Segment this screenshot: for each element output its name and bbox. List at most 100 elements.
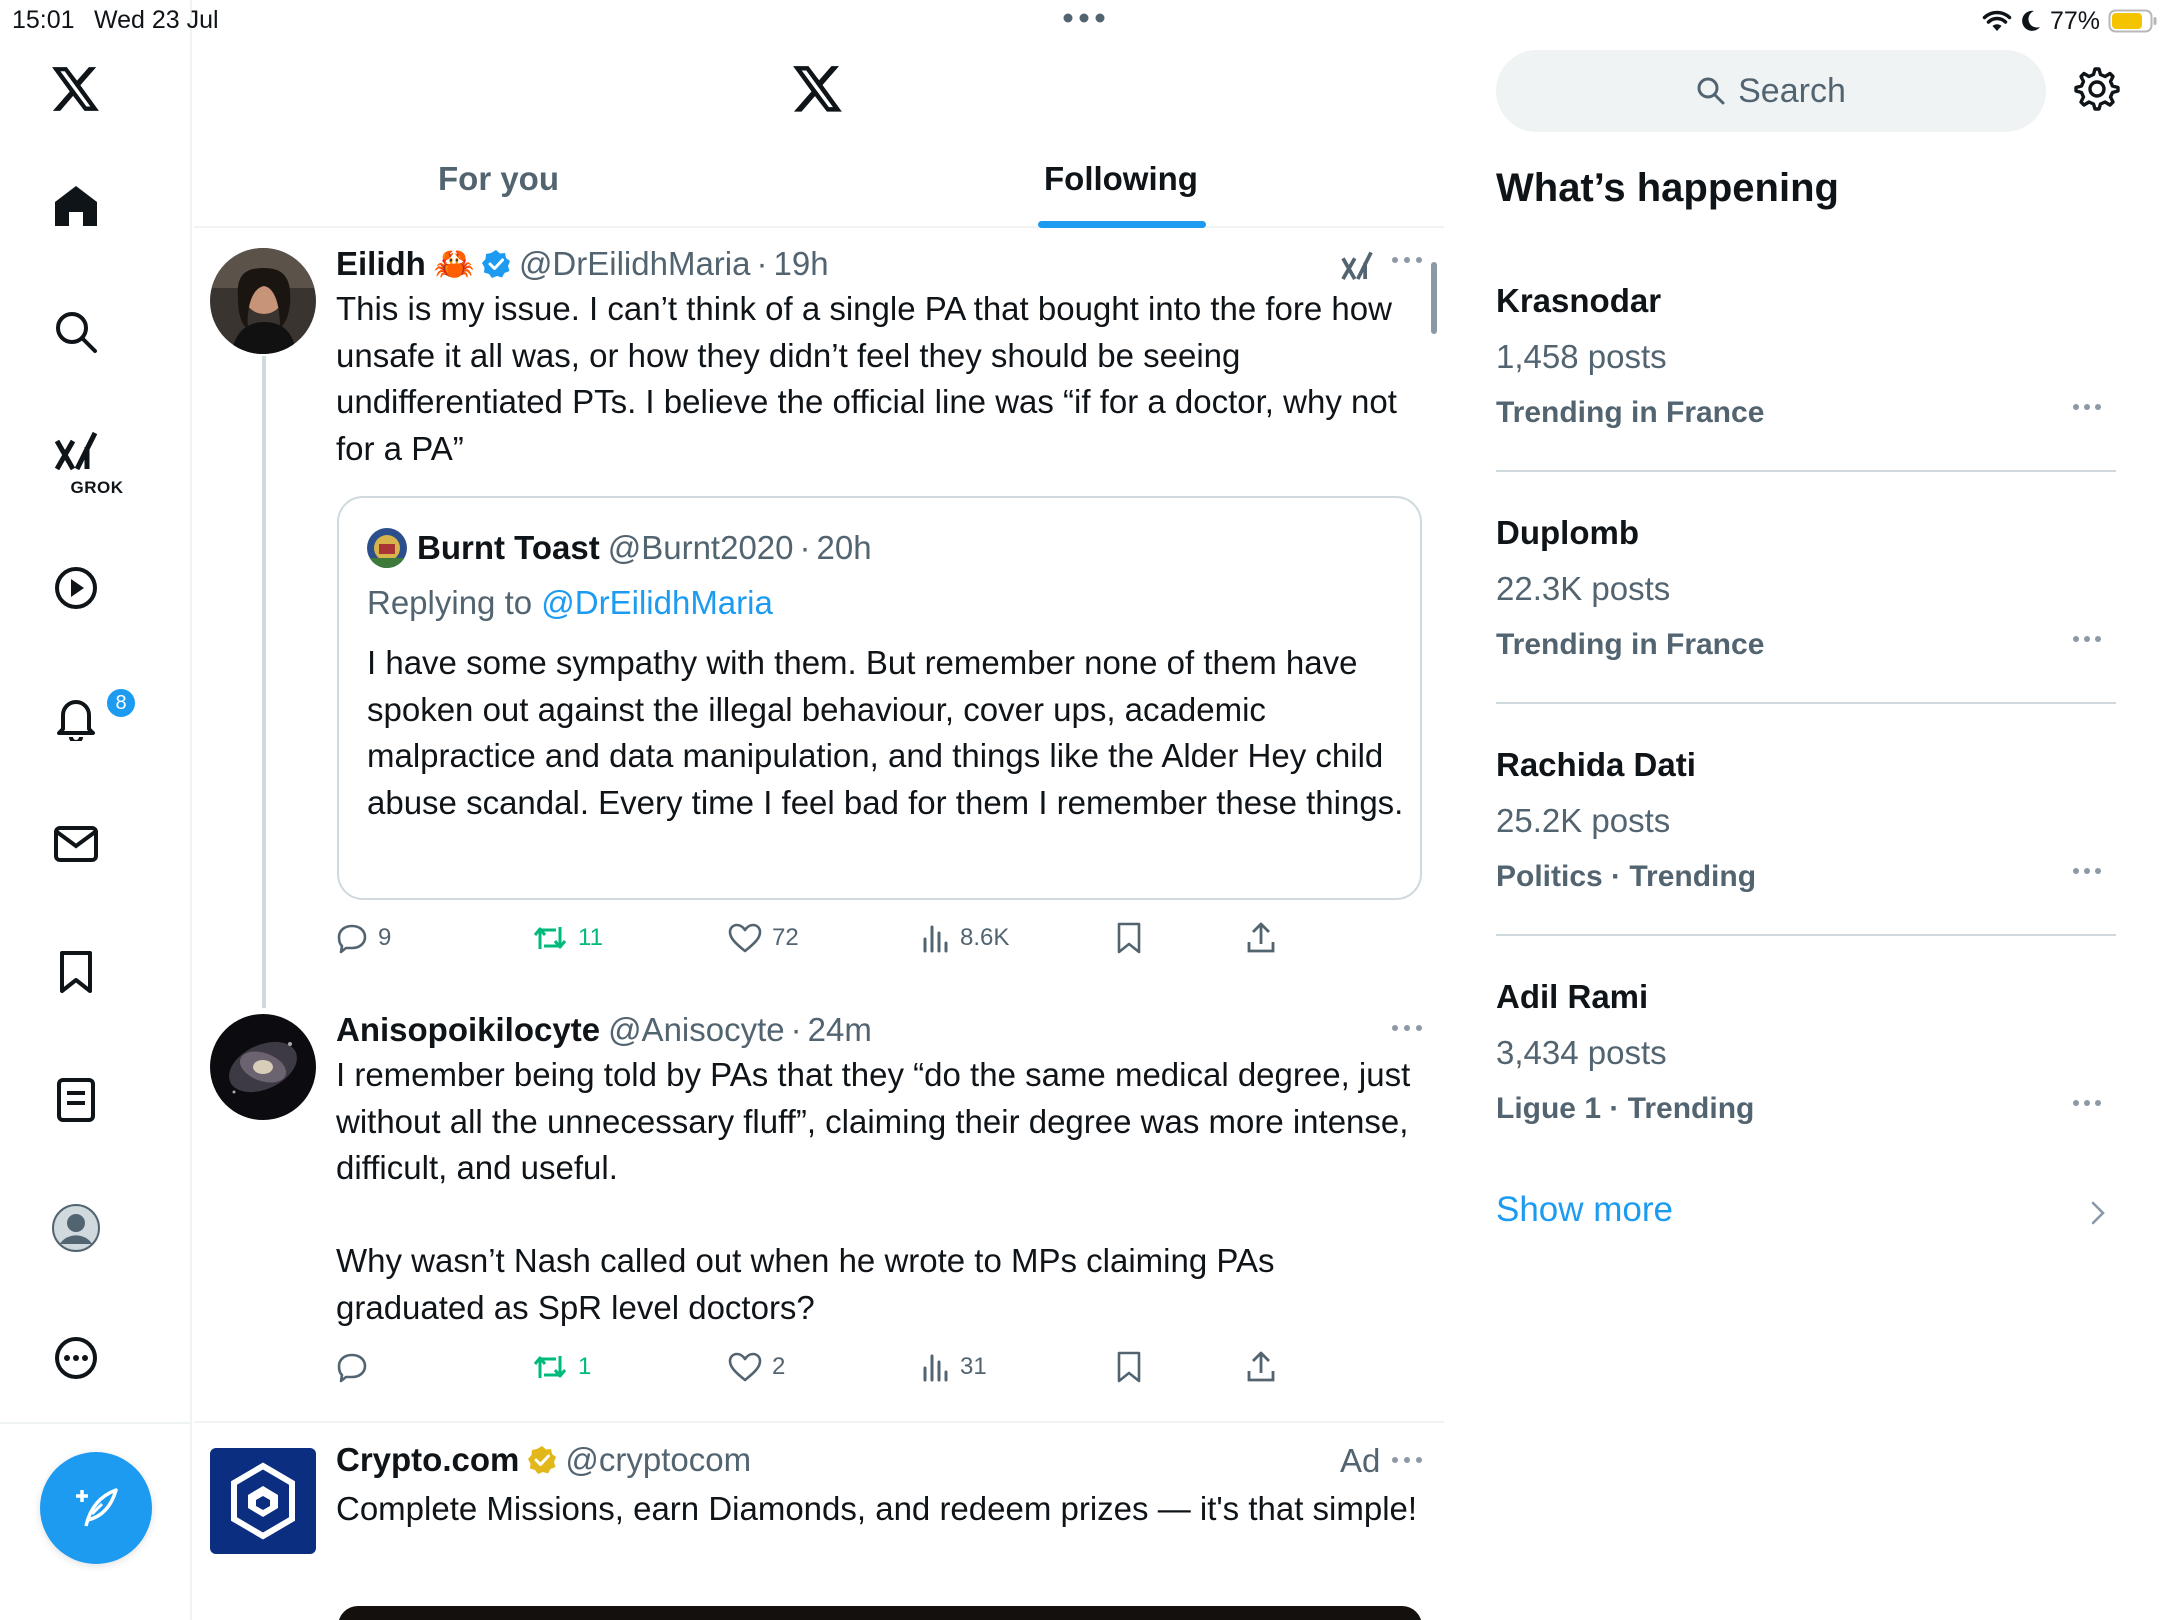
status-right: 77%: [1982, 4, 2158, 38]
bookmark-post-button[interactable]: [1116, 913, 1142, 963]
compose-post-icon: [76, 1488, 118, 1527]
scroll-indicator[interactable]: [1431, 262, 1437, 334]
show-more-link[interactable]: Show more: [1496, 1190, 1673, 1230]
settings-gear-icon[interactable]: [2074, 66, 2120, 112]
do-not-disturb-moon-icon: [2022, 10, 2040, 31]
trend-meta: Trending in France: [1496, 396, 1765, 429]
profile-avatar-icon[interactable]: [26, 1178, 126, 1278]
quoted-author-name[interactable]: Burnt Toast: [417, 529, 600, 567]
trend-divider: [1496, 702, 2116, 704]
like-count: 2: [772, 1353, 786, 1380]
author-handle[interactable]: @cryptocom: [565, 1441, 751, 1479]
bookmark-icon[interactable]: [26, 922, 126, 1022]
separator-dot: ·: [790, 1011, 802, 1048]
post-header: Anisopoikilocyte @Anisocyte · 24m: [336, 1008, 872, 1052]
replying-to-link[interactable]: @DrEilidhMaria: [541, 584, 773, 621]
author-name[interactable]: Anisopoikilocyte: [336, 1011, 600, 1049]
like-count: 72: [772, 924, 799, 951]
post-crypto-ad[interactable]: Crypto.com @cryptocom Ad Complete Missio…: [194, 1424, 1444, 1620]
more-circle-icon[interactable]: [26, 1308, 126, 1408]
search-input[interactable]: Search: [1496, 50, 2046, 132]
wifi-icon: [1982, 10, 2012, 31]
trend-meta: Trending in France: [1496, 628, 1765, 661]
post-header: Eilidh 🦀 @DrEilidhMaria · 19h: [336, 242, 829, 286]
battery-percent: 77%: [2049, 6, 2100, 35]
post-actions: 9 11 72 8.6K: [336, 913, 1336, 963]
notifications-bell-icon[interactable]: [26, 668, 126, 768]
trend-item[interactable]: Krasnodar 1,458 posts Trending in France: [1496, 282, 2116, 514]
tab-for-you[interactable]: For you: [438, 160, 559, 220]
trend-post-count: 22.3K posts: [1496, 570, 1671, 607]
trend-post-count: 3,434 posts: [1496, 1034, 1667, 1071]
trend-more-icon[interactable]: [2072, 1098, 2102, 1108]
trend-divider: [1496, 934, 2116, 936]
ad-label: Ad: [1340, 1442, 1381, 1479]
tab-following[interactable]: Following: [1044, 160, 1198, 220]
home-icon[interactable]: [26, 156, 126, 256]
post-header: Crypto.com @cryptocom: [336, 1438, 751, 1482]
x-header-logo-icon[interactable]: [792, 66, 844, 114]
grok-explain-icon[interactable]: [1340, 248, 1374, 282]
avatar-anisopoikilocyte[interactable]: [210, 1014, 316, 1120]
like-button[interactable]: 2: [728, 1342, 785, 1392]
trend-item[interactable]: Duplomb 22.3K posts Trending in France: [1496, 514, 2116, 746]
avatar-burnt-toast[interactable]: [367, 528, 407, 568]
lists-icon[interactable]: [26, 1050, 126, 1150]
post-divider: [194, 1421, 1444, 1423]
right-sidebar: Search What’s happening Krasnodar 1,458 …: [1446, 0, 2160, 1620]
views-button[interactable]: 31: [922, 1342, 987, 1392]
author-handle[interactable]: @DrEilidhMaria: [519, 245, 751, 283]
repost-button[interactable]: 11: [532, 913, 603, 963]
trend-item[interactable]: Rachida Dati 25.2K posts Politics · Tren…: [1496, 746, 2116, 978]
messages-envelope-icon[interactable]: [26, 794, 126, 894]
share-upload-icon: [1247, 1351, 1275, 1382]
compose-post-button[interactable]: [40, 1452, 152, 1564]
like-heart-icon: [728, 923, 762, 953]
quoted-post-time: 20h: [816, 529, 872, 566]
author-handle[interactable]: @Anisocyte: [608, 1011, 785, 1049]
share-button[interactable]: [1246, 1342, 1276, 1392]
trend-more-icon[interactable]: [2072, 634, 2102, 644]
bookmark-post-icon: [1117, 922, 1141, 954]
multitasking-dots-icon[interactable]: [1059, 8, 1109, 28]
author-name[interactable]: Eilidh: [336, 245, 426, 283]
views-button[interactable]: 8.6K: [922, 913, 1009, 963]
timeline-column: For you Following Eilidh 🦀 @DrEilidhMari…: [194, 0, 1444, 1620]
like-button[interactable]: 72: [728, 913, 799, 963]
post-more-icon[interactable]: [1390, 1022, 1424, 1034]
share-upload-icon: [1247, 922, 1275, 953]
post-text: This is my issue. I can’t think of a sin…: [336, 290, 1407, 467]
reply-button[interactable]: [336, 1342, 378, 1392]
post-more-icon[interactable]: [1390, 254, 1424, 266]
x-logo-icon[interactable]: [26, 40, 126, 140]
search-icon[interactable]: [26, 282, 126, 382]
post-anisopoikilocyte[interactable]: Anisopoikilocyte @Anisocyte · 24m I reme…: [194, 998, 1444, 1418]
trend-more-icon[interactable]: [2072, 402, 2102, 412]
quoted-post-card[interactable]: Burnt Toast @Burnt2020 · 20h Replying to…: [337, 496, 1422, 900]
share-button[interactable]: [1246, 913, 1276, 963]
reply-button[interactable]: 9: [336, 913, 391, 963]
quoted-author-handle[interactable]: @Burnt2020: [608, 529, 794, 567]
like-heart-icon: [728, 1352, 762, 1382]
post-text: Complete Missions, earn Diamonds, and re…: [336, 1490, 1418, 1527]
post-text: I remember being told by PAs that they “…: [336, 1056, 1411, 1326]
post-eilidh[interactable]: Eilidh 🦀 @DrEilidhMaria · 19h This is my…: [194, 230, 1444, 1008]
post-more-icon[interactable]: [1390, 1454, 1424, 1466]
verified-badge-icon: [481, 250, 510, 278]
video-play-icon[interactable]: [26, 538, 126, 638]
post-time[interactable]: 24m: [808, 1011, 872, 1049]
chevron-right-icon[interactable]: [2090, 1200, 2106, 1226]
reply-icon: [337, 924, 367, 954]
author-name[interactable]: Crypto.com: [336, 1441, 519, 1479]
ad-media-image[interactable]: [338, 1606, 1422, 1620]
avatar-crypto-com[interactable]: [210, 1448, 316, 1554]
trend-name: Adil Rami: [1496, 978, 1649, 1015]
post-time[interactable]: 19h: [774, 245, 829, 283]
repost-count: 11: [578, 924, 603, 951]
avatar-eilidh[interactable]: [210, 248, 316, 354]
trend-more-icon[interactable]: [2072, 866, 2102, 876]
trend-item[interactable]: Adil Rami 3,434 posts Ligue 1 · Trending: [1496, 978, 2116, 1210]
repost-button[interactable]: 1: [532, 1342, 591, 1392]
bookmark-post-button[interactable]: [1116, 1342, 1142, 1392]
quoted-post-header: Burnt Toast @Burnt2020 · 20h: [417, 526, 872, 570]
